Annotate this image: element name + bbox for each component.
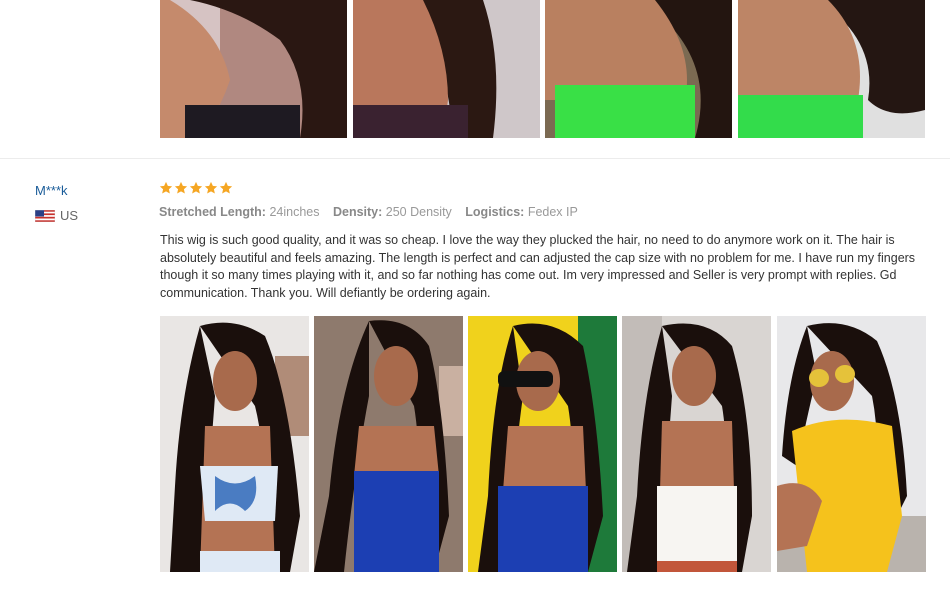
- country-code: US: [60, 208, 79, 223]
- review-photo-5[interactable]: [777, 316, 926, 572]
- prev-review-photo-2[interactable]: [353, 0, 540, 138]
- reviewer-country: US: [35, 208, 78, 223]
- review-photo-3[interactable]: [468, 316, 617, 572]
- review-photo-1[interactable]: [160, 316, 309, 572]
- prev-review-photo-1[interactable]: [160, 0, 347, 138]
- attr-key-logistics: Logistics:: [465, 205, 525, 219]
- prev-review-photo-3[interactable]: [545, 0, 732, 138]
- star-icon: [204, 181, 218, 194]
- us-flag-icon: [35, 209, 55, 222]
- review-divider: [0, 158, 950, 159]
- attr-value-length: 24inches: [269, 205, 320, 219]
- attr-key-length: Stretched Length:: [159, 205, 266, 219]
- star-icon: [189, 181, 203, 194]
- reviewer-name: M***k: [35, 183, 68, 198]
- star-icon: [174, 181, 188, 194]
- review-photo-2[interactable]: [314, 316, 463, 572]
- star-icon: [159, 181, 173, 194]
- review-attributes: Stretched Length: 24inches Density: 250 …: [159, 205, 588, 219]
- attr-value-logistics: Fedex IP: [527, 205, 578, 219]
- attr-key-density: Density:: [332, 205, 383, 219]
- review-text: This wig is such good quality, and it wa…: [160, 233, 916, 300]
- star-rating: [159, 181, 233, 195]
- attr-value-density: 250 Density: [385, 205, 452, 219]
- review-photo-4[interactable]: [622, 316, 771, 572]
- star-icon: [219, 181, 233, 194]
- prev-review-photo-4[interactable]: [738, 0, 925, 138]
